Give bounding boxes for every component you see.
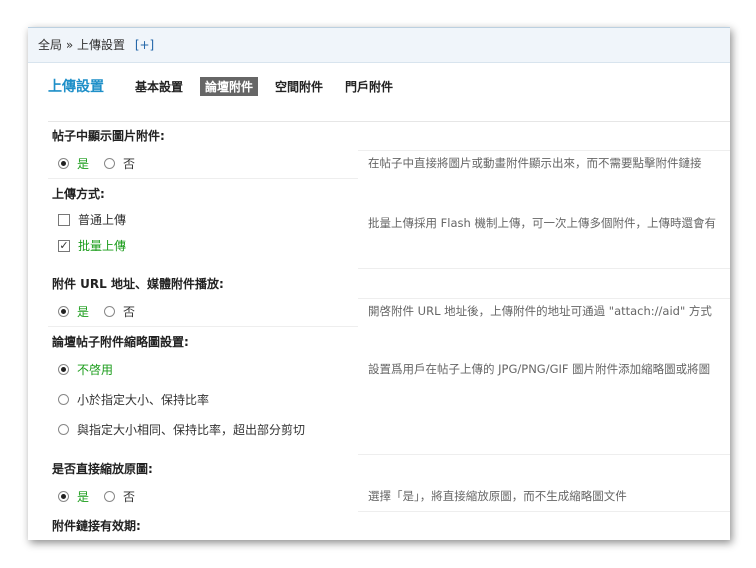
checkbox-checked-icon[interactable]: ✓ bbox=[58, 239, 70, 252]
tab-portal-attachments[interactable]: 門戶附件 bbox=[340, 77, 398, 96]
divider bbox=[48, 121, 730, 122]
upload-mode-description: 批量上傳採用 Flash 機制上傳，可一次上傳多個附件，上傳時還會有 bbox=[368, 216, 716, 230]
tab-forum-attachments[interactable]: 論壇附件 bbox=[200, 76, 259, 96]
tab-basic-settings[interactable]: 基本設置 bbox=[130, 77, 188, 96]
settings-panel: 全局 » 上傳設置 [+] 上傳設置 基本設置 論壇附件 空間附件 門戶附件 帖… bbox=[28, 27, 730, 540]
thumbnail-fit-option[interactable]: 小於指定大小、保持比率 bbox=[58, 391, 209, 408]
option-label: 是 bbox=[77, 490, 90, 504]
option-label: 否 bbox=[123, 490, 136, 504]
upload-mode-title: 上傳方式: bbox=[52, 187, 105, 201]
zoom-original-no-option[interactable]: 否 bbox=[104, 488, 135, 505]
zoom-original-description: 選擇「是」，將直接縮放原圖，而不生成縮略圖文件 bbox=[368, 489, 627, 503]
tab-bar: 上傳設置 基本設置 論壇附件 空間附件 門戶附件 bbox=[48, 75, 410, 97]
radio-checked-icon[interactable] bbox=[58, 158, 69, 169]
show-image-description: 在帖子中直接將圖片或動畫附件顯示出來，而不需要點擊附件鏈接 bbox=[368, 156, 702, 170]
batch-upload-option[interactable]: ✓ 批量上傳 bbox=[58, 237, 126, 254]
radio-unchecked-icon[interactable] bbox=[58, 394, 69, 405]
thumbnail-disabled-option[interactable]: 不啓用 bbox=[58, 361, 113, 378]
divider bbox=[358, 511, 730, 512]
option-label: 普通上傳 bbox=[78, 213, 127, 227]
page-title: 上傳設置 bbox=[48, 79, 104, 95]
radio-unchecked-icon[interactable] bbox=[104, 491, 115, 502]
option-label: 與指定大小相同、保持比率，超出部分剪切 bbox=[77, 423, 306, 437]
show-image-title: 帖子中顯示圖片附件: bbox=[52, 129, 165, 143]
breadcrumb-expand-link[interactable]: [+] bbox=[135, 38, 154, 52]
show-image-yes-option[interactable]: 是 bbox=[58, 155, 89, 172]
attach-url-title: 附件 URL 地址、媒體附件播放: bbox=[52, 277, 224, 291]
option-label: 批量上傳 bbox=[78, 239, 127, 253]
radio-unchecked-icon[interactable] bbox=[104, 306, 115, 317]
thumbnail-description: 設置爲用戶在帖子上傳的 JPG/PNG/GIF 圖片附件添加縮略圖或將圖 bbox=[368, 362, 711, 376]
checkbox-unchecked-icon[interactable] bbox=[58, 213, 70, 226]
option-label: 否 bbox=[123, 305, 136, 319]
divider bbox=[358, 454, 730, 455]
radio-unchecked-icon[interactable] bbox=[58, 424, 69, 435]
thumbnail-crop-option[interactable]: 與指定大小相同、保持比率，超出部分剪切 bbox=[58, 421, 305, 438]
option-label: 是 bbox=[77, 157, 90, 171]
radio-checked-icon[interactable] bbox=[58, 364, 69, 375]
tab-space-attachments[interactable]: 空間附件 bbox=[270, 77, 328, 96]
zoom-original-title: 是否直接縮放原圖: bbox=[52, 462, 153, 476]
show-image-no-option[interactable]: 否 bbox=[104, 155, 135, 172]
divider bbox=[48, 178, 358, 179]
zoom-original-yes-option[interactable]: 是 bbox=[58, 488, 89, 505]
radio-checked-icon[interactable] bbox=[58, 491, 69, 502]
option-label: 不啓用 bbox=[77, 363, 114, 377]
attach-url-description: 開啓附件 URL 地址後，上傳附件的地址可通過 "attach://aid" 方… bbox=[368, 304, 712, 318]
attach-url-yes-option[interactable]: 是 bbox=[58, 303, 89, 320]
divider bbox=[358, 268, 730, 269]
option-label: 小於指定大小、保持比率 bbox=[77, 393, 210, 407]
divider bbox=[358, 298, 730, 299]
link-expiry-title: 附件鏈接有效期: bbox=[52, 519, 141, 533]
attach-url-no-option[interactable]: 否 bbox=[104, 303, 135, 320]
radio-checked-icon[interactable] bbox=[58, 306, 69, 317]
option-label: 否 bbox=[123, 157, 136, 171]
option-label: 是 bbox=[77, 305, 90, 319]
thumbnail-title: 論壇帖子附件縮略圖設置: bbox=[52, 335, 189, 349]
breadcrumb: 全局 » 上傳設置 [+] bbox=[28, 27, 730, 63]
normal-upload-option[interactable]: 普通上傳 bbox=[58, 211, 126, 228]
divider bbox=[358, 150, 730, 151]
breadcrumb-text: 全局 » 上傳設置 bbox=[38, 38, 125, 52]
radio-unchecked-icon[interactable] bbox=[104, 158, 115, 169]
divider bbox=[48, 326, 358, 327]
